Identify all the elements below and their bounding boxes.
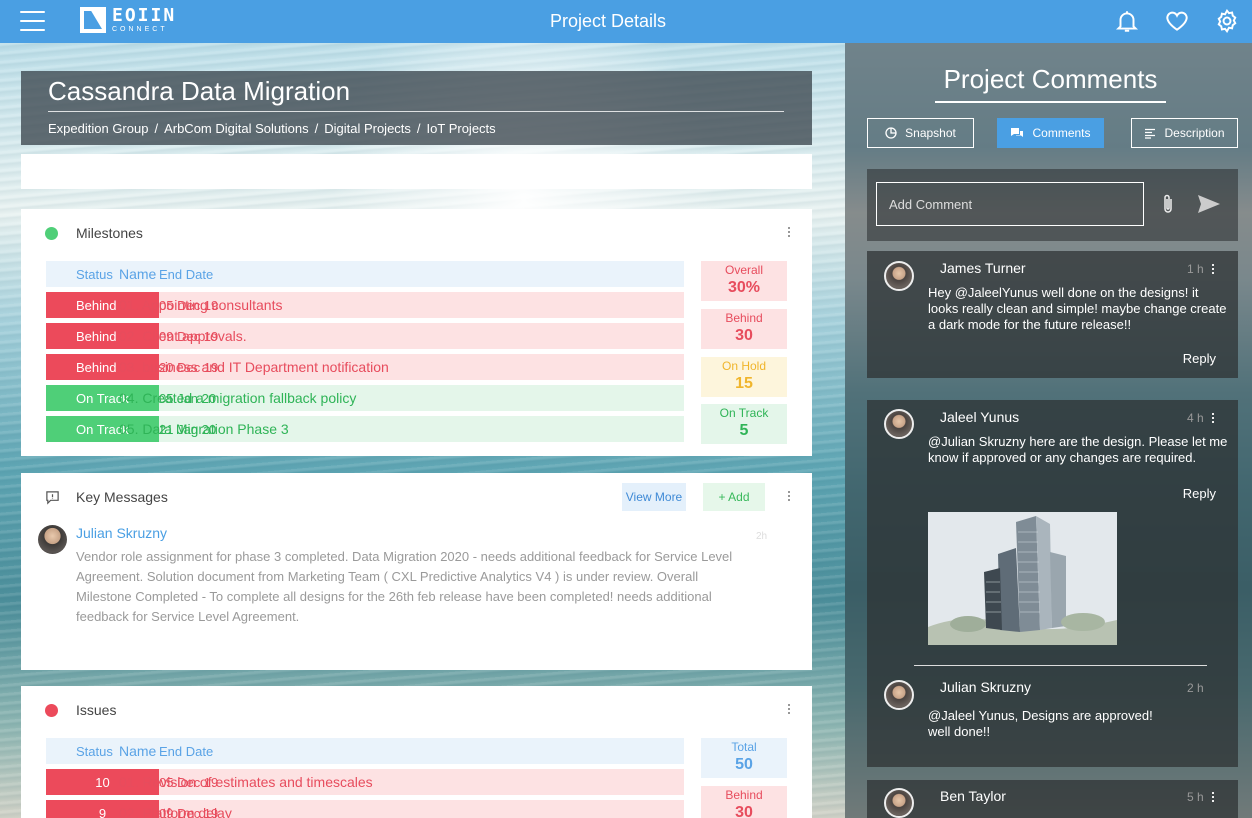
list-icon [1145, 128, 1156, 139]
issues-card: Issues Status Name End Date 10 01. Revis… [21, 686, 812, 818]
comment-text: @Jaleel Yunus, Designs are approved! wel… [928, 708, 1153, 739]
add-comment-input[interactable] [876, 182, 1144, 226]
comment-card: Jaleel Yunus 4 h @Julian Skruzny here ar… [867, 400, 1238, 767]
message-text: Vendor role assignment for phase 3 compl… [76, 549, 733, 624]
comment-time: 1 h [1187, 262, 1204, 276]
comment-time: 2 h [1187, 681, 1204, 695]
more-icon[interactable] [788, 704, 790, 716]
more-icon[interactable] [1212, 413, 1216, 425]
table-row[interactable]: Behind 01. Appointing consultants 05 Dec… [46, 292, 684, 318]
pie-chart-icon [885, 127, 897, 139]
heart-icon[interactable] [1164, 8, 1190, 34]
key-messages-card: Key Messages View More + Add Julian Skru… [21, 473, 812, 670]
comment-author[interactable]: Ben Taylor [928, 788, 1006, 804]
stat-behind: Behind 30 [701, 786, 787, 818]
building-sketch [928, 512, 1117, 645]
bell-icon[interactable] [1114, 8, 1140, 34]
blank-panel [21, 154, 812, 189]
card-title: Issues [76, 702, 117, 718]
reply-button[interactable]: Reply [1183, 486, 1216, 501]
gear-icon[interactable] [1214, 8, 1240, 34]
table-row[interactable]: 10 01. Revision of estimates and timesca… [46, 769, 684, 795]
more-icon[interactable] [1212, 792, 1216, 804]
send-icon[interactable] [1197, 194, 1221, 214]
breadcrumb: Expedition Group / ArbCom Digital Solution… [48, 121, 496, 136]
more-icon[interactable] [788, 491, 790, 503]
stat-behind: Behind 30 [701, 309, 787, 349]
message-time: 2h [756, 531, 768, 542]
more-icon[interactable] [788, 227, 790, 239]
reply-button[interactable]: Reply [1183, 351, 1216, 366]
breadcrumb-item[interactable]: IoT Projects [427, 121, 496, 136]
issues-table: Status Name End Date 10 01. Revision of … [46, 738, 684, 818]
comment-card: Ben Taylor 5 h [867, 780, 1238, 818]
tab-comments[interactable]: Comments [997, 118, 1104, 148]
more-icon[interactable] [1212, 264, 1216, 276]
comment-author[interactable]: Julian Skruzny [928, 679, 1031, 695]
table-header: Status Name End Date [46, 738, 684, 764]
project-title: Cassandra Data Migration [48, 76, 784, 112]
table-row[interactable]: 9 02. Platform delay 09 Dec 19 [46, 800, 684, 818]
chat-icon [1011, 128, 1024, 137]
milestones-table: Status Name End Date Behind 01. Appointi… [46, 261, 684, 442]
table-row[interactable]: Behind 02. Client approvals. 09 Dec 19 [46, 323, 684, 349]
page-title: Project Details [549, 11, 667, 31]
avatar [884, 409, 914, 439]
divider [914, 665, 1207, 666]
table-header: Status Name End Date [46, 261, 684, 287]
paperclip-icon[interactable] [1160, 193, 1176, 215]
comment-author[interactable]: Jaleel Yunus [928, 409, 1019, 425]
avatar [884, 261, 914, 291]
comment-text: Hey @JaleelYunus well done on the design… [928, 285, 1227, 332]
comment-text: @Julian Skruzny here are the design. Ple… [928, 434, 1228, 465]
tab-snapshot[interactable]: Snapshot [867, 118, 974, 148]
top-bar: EOIIN CONNECT Project Details [0, 0, 1252, 43]
avatar [884, 680, 914, 710]
comment-card: James Turner 1 h Hey @JaleelYunus well d… [867, 251, 1238, 378]
stat-on-hold: On Hold 15 [701, 357, 787, 397]
stat-total: Total 50 [701, 738, 787, 778]
message-alert-icon [46, 490, 59, 505]
status-dot [45, 703, 58, 717]
project-header: Cassandra Data Migration Expedition Grou… [21, 71, 812, 145]
status-dot [45, 226, 58, 240]
stat-overall: Overall 30% [701, 261, 787, 301]
avatar [884, 788, 914, 818]
breadcrumb-item[interactable]: ArbCom Digital Solutions [164, 121, 309, 136]
view-more-button[interactable]: View More [622, 483, 686, 511]
comment-time: 4 h [1187, 411, 1204, 425]
breadcrumb-item[interactable]: Digital Projects [324, 121, 411, 136]
stat-on-track: On Track 5 [701, 404, 787, 444]
avatar [38, 525, 67, 554]
milestones-card: Milestones Status Name End Date Behind 0… [21, 209, 812, 456]
card-title: Milestones [76, 225, 143, 241]
breadcrumb-item[interactable]: Expedition Group [48, 121, 148, 136]
table-row[interactable]: Behind 03. business and IT Department no… [46, 354, 684, 380]
panel-title: Project Comments [935, 64, 1166, 103]
attachment-image[interactable] [928, 512, 1117, 645]
tab-description[interactable]: Description [1131, 118, 1238, 148]
comment-author[interactable]: James Turner [928, 260, 1026, 276]
comment-time: 5 h [1187, 790, 1204, 804]
add-message-button[interactable]: + Add [703, 483, 765, 511]
table-row[interactable]: On Track 04. Created a migration fallbac… [46, 385, 684, 411]
table-row[interactable]: On Track 05. Data Migration Phase 3 21 J… [46, 416, 684, 442]
message-author[interactable]: Julian Skruzny [76, 525, 167, 541]
card-title: Key Messages [76, 489, 168, 505]
